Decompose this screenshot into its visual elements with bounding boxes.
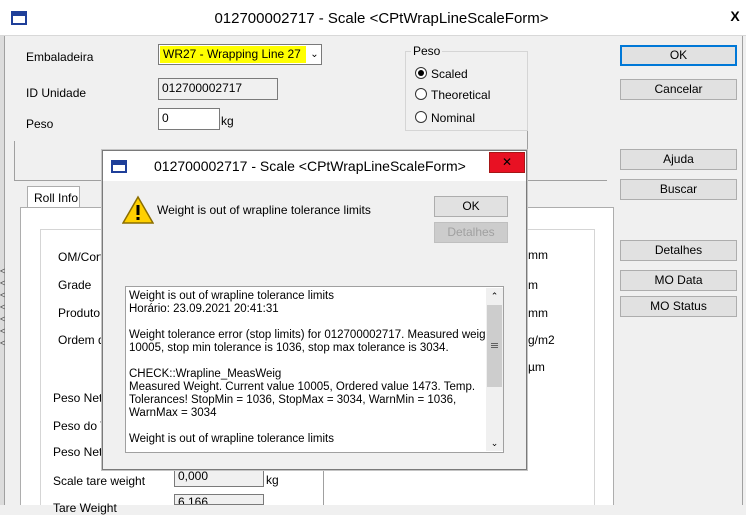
peso-do-t-label: Peso do T — [53, 419, 108, 433]
scroll-thumb[interactable] — [487, 305, 502, 387]
dialog-title: 012700002717 - Scale <CPtWrapLineScaleFo… — [154, 158, 466, 174]
tare-weight-label: Tare Weight — [53, 501, 117, 515]
dialog-app-icon — [111, 160, 127, 173]
scale-tare-field: 0,000 — [174, 467, 264, 487]
radio-scaled[interactable] — [415, 67, 427, 79]
dialog-close-button[interactable]: ✕ — [489, 152, 525, 173]
unit-um: µm — [528, 360, 545, 374]
ok-button[interactable]: OK — [620, 45, 737, 66]
mo-data-button[interactable]: MO Data — [620, 270, 737, 291]
peso-unit: kg — [221, 114, 234, 128]
peso-label: Peso — [26, 117, 54, 131]
details-line: Weight is out of wrapline tolerance limi… — [129, 433, 334, 445]
close-icon: ✕ — [501, 155, 513, 169]
radio-nominal[interactable] — [415, 111, 427, 123]
dialog-ok-button[interactable]: OK — [434, 196, 508, 217]
peso-input[interactable]: 0 — [158, 108, 220, 130]
scale-tare-unit: kg — [266, 473, 279, 487]
unit-m: m — [528, 278, 538, 292]
peso-group-title: Peso — [411, 44, 443, 58]
embaladeira-label: Embaladeira — [26, 50, 94, 64]
details-line — [129, 420, 485, 433]
separator-line-bottom — [14, 180, 104, 181]
details-line: Weight is out of wrapline tolerance limi… — [129, 290, 334, 302]
main-title-bar: 012700002717 - Scale <CPtWrapLineScaleFo… — [0, 0, 746, 36]
dialog-title-bar: 012700002717 - Scale <CPtWrapLineScaleFo… — [103, 151, 526, 181]
tare-weight-field: 6,166 — [174, 494, 264, 505]
dialog-message: Weight is out of wrapline tolerance limi… — [157, 203, 371, 217]
details-text: Weight is out of wrapline tolerance limi… — [129, 290, 485, 450]
tab-roll-info[interactable]: Roll Info — [27, 186, 80, 208]
embaladeira-selected-value: WR27 - Wrapping Line 27 — [160, 46, 306, 63]
unit-gm2: g/m2 — [528, 333, 555, 347]
separator-line-bottom-right — [527, 180, 607, 181]
details-line — [129, 355, 485, 368]
peso-net-label: Peso Net — [53, 445, 103, 459]
details-scrollbar[interactable]: ⌃ ⌄ — [486, 288, 503, 451]
right-edge — [742, 36, 743, 505]
detalhes-button[interactable]: Detalhes — [620, 240, 737, 261]
grade-label: Grade — [58, 278, 92, 292]
details-line: CHECK::Wrapline_MeasWeig — [129, 368, 282, 380]
id-unidade-label: ID Unidade — [26, 86, 87, 100]
radio-scaled-label: Scaled — [431, 67, 468, 81]
details-line: Tolerances! StopMin = 1036, StopMax = 30… — [129, 394, 457, 406]
scroll-up-icon[interactable]: ⌃ — [486, 288, 503, 304]
chevron-down-icon[interactable]: ⌄ — [307, 45, 322, 64]
details-line — [129, 316, 485, 329]
ajuda-button[interactable]: Ajuda — [620, 149, 737, 170]
details-line: Measured Weight. Current value 10005, Or… — [129, 381, 476, 393]
left-edge-fragment: < < < < < < < — [0, 266, 5, 348]
mo-status-button[interactable]: MO Status — [620, 296, 737, 317]
produto-label: Produto — [58, 306, 101, 320]
scroll-down-icon[interactable]: ⌄ — [486, 435, 503, 451]
embaladeira-select[interactable]: WR27 - Wrapping Line 27 ⌄ — [158, 44, 322, 65]
id-unidade-field: 012700002717 — [158, 78, 278, 100]
separator-line — [14, 141, 15, 181]
buscar-button[interactable]: Buscar — [620, 179, 737, 200]
main-title: 012700002717 - Scale <CPtWrapLineScaleFo… — [214, 10, 549, 27]
details-textbox[interactable]: Weight is out of wrapline tolerance limi… — [125, 286, 504, 453]
main-close-button[interactable]: X — [724, 6, 746, 28]
warning-icon — [122, 195, 154, 224]
scale-tare-label: Scale tare weight — [53, 474, 146, 488]
details-line: Weight tolerance error (stop limits) for… — [129, 329, 485, 341]
dialog-detalhes-button: Detalhes — [434, 222, 508, 243]
radio-theoretical[interactable] — [415, 88, 427, 100]
unit-mm-2: mm — [528, 306, 548, 320]
error-dialog: 012700002717 - Scale <CPtWrapLineScaleFo… — [102, 150, 527, 470]
details-line: Horário: 23.09.2021 20:41:31 — [129, 303, 279, 315]
radio-theoretical-label: Theoretical — [431, 88, 491, 102]
details-line: 10005, stop min tolerance is 1036, stop … — [129, 342, 449, 354]
radio-nominal-label: Nominal — [431, 111, 476, 125]
details-line: WarnMax = 3034 — [129, 407, 217, 419]
unit-mm-1: mm — [528, 248, 548, 262]
tab-roll-info-label: Roll Info — [34, 191, 79, 205]
cancelar-button[interactable]: Cancelar — [620, 79, 737, 100]
separator-line-right — [527, 131, 528, 181]
